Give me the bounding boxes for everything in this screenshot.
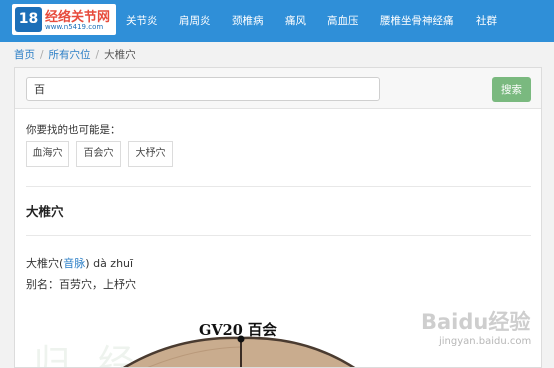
search-bar: 搜索 (15, 68, 541, 109)
search-button[interactable]: 搜索 (492, 77, 531, 102)
figure-point-label: GV20 百会 (199, 322, 277, 339)
breadcrumb-home-link[interactable]: 首页 (14, 49, 35, 61)
breadcrumb-separator: / (40, 49, 44, 61)
search-input[interactable] (26, 77, 380, 101)
divider (26, 186, 531, 187)
pronunciation-suffix: ) dà zhuī (85, 257, 134, 270)
nav-item-arthritis[interactable]: 关节炎 (126, 0, 158, 42)
top-nav: 18 经络关节网 www.n5419.com 关节炎 肩周炎 颈椎病 痛风 高血… (0, 0, 554, 42)
suggestion-chip-baihui[interactable]: 百会穴 (76, 141, 121, 167)
breadcrumb-current: 大椎穴 (104, 49, 136, 61)
alias-line: 别名：百劳穴，上杼穴 (26, 278, 136, 291)
nav-item-community[interactable]: 社群 (476, 0, 497, 42)
logo-badge-icon: 18 (15, 7, 42, 32)
nav-item-sciatica[interactable]: 腰椎坐骨神经痛 (380, 0, 454, 42)
site-logo[interactable]: 18 经络关节网 www.n5419.com (12, 4, 116, 35)
nav-item-gout[interactable]: 痛风 (285, 0, 306, 42)
nav-item-frozen-shoulder[interactable]: 肩周炎 (179, 0, 211, 42)
logo-url: www.n5419.com (45, 23, 104, 31)
breadcrumb-all-points-link[interactable]: 所有穴位 (49, 49, 91, 61)
suggestions-label: 你要找的也可能是： (26, 124, 121, 136)
pronunciation-line: 大椎穴(音脉) dà zhuī (26, 255, 133, 271)
divider (26, 235, 531, 236)
suggestion-chip-dazhu[interactable]: 大杼穴 (128, 141, 173, 167)
baidu-url: jingyan.baidu.com (439, 336, 532, 347)
pronunciation-audio-link[interactable]: 音脉 (63, 257, 85, 270)
nav-item-hypertension[interactable]: 高血压 (327, 0, 359, 42)
pronunciation-prefix: 大椎穴( (26, 257, 64, 270)
baidu-jingyan-watermark: Baidu经验 jingyan.baidu.com (421, 306, 531, 362)
suggestion-chip-xuehai[interactable]: 血海穴 (26, 141, 69, 167)
article-title: 大椎穴 (26, 204, 64, 219)
nav-item-cervical[interactable]: 颈椎病 (232, 0, 264, 42)
baidu-brand: Baidu经验 (421, 310, 531, 334)
breadcrumb-separator: / (95, 49, 100, 61)
breadcrumb: 首页 / 所有穴位 / 大椎穴 (14, 48, 136, 62)
